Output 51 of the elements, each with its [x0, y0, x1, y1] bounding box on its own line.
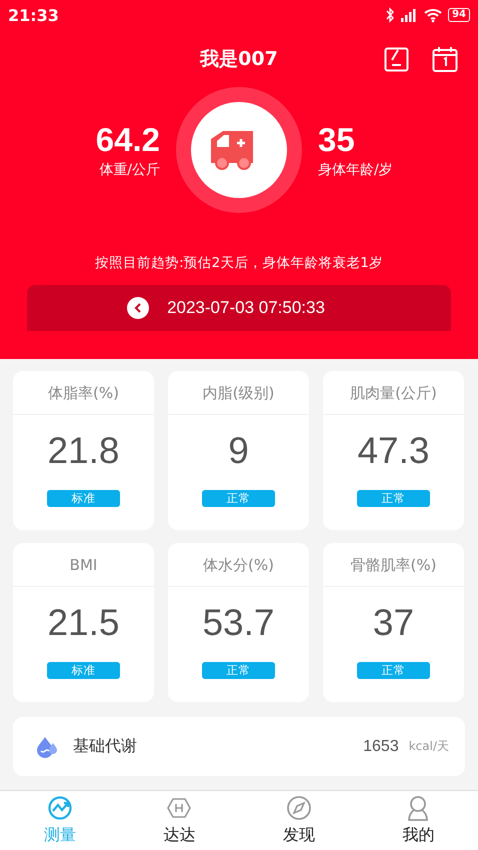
nav-tab[interactable]: 发现 — [239, 791, 358, 850]
metric-title: 体脂率(%) — [13, 371, 154, 415]
status-tag: 正常 — [357, 490, 430, 507]
nav-tab[interactable]: 达达 — [120, 791, 239, 850]
trend-message: 按照目前趋势:预估2天后，身体年龄将衰老1岁 — [94, 254, 384, 272]
metabolism-card[interactable]: 基础代谢 1653 kcal/天 — [13, 717, 465, 776]
metric-card[interactable]: 体脂率(%) 21.8 标准 — [13, 371, 154, 530]
stat-label: 身体年龄/岁 — [318, 161, 393, 179]
water-drop-icon — [34, 734, 60, 758]
metric-title: 体水分(%) — [168, 543, 309, 587]
hexagon-icon — [166, 795, 192, 821]
metric-card[interactable]: 体水分(%) 53.7 正常 — [168, 543, 309, 702]
status-tag: 标准 — [47, 662, 120, 679]
edit-icon[interactable] — [384, 46, 410, 72]
status-tag: 正常 — [202, 490, 275, 507]
battery-indicator: 94 — [448, 8, 470, 22]
signal-icon — [400, 7, 418, 23]
nav-tab[interactable]: 我的 — [358, 791, 478, 850]
metric-value: 37 — [372, 601, 414, 645]
metric-card[interactable]: BMI 21.5 标准 — [13, 543, 154, 702]
compass-icon — [286, 795, 312, 821]
metric-value: 9 — [228, 429, 249, 473]
page-title: 我是007 — [200, 47, 278, 72]
chart-icon — [46, 795, 73, 821]
metric-card[interactable]: 肌肉量(公斤) 47.3 正常 — [323, 371, 464, 530]
measurement-date: 2023-07-03 07:50:33 — [167, 298, 325, 318]
clock: 21:33 — [8, 6, 59, 24]
metric-value: 21.5 — [47, 601, 120, 645]
metabolism-unit: kcal/天 — [408, 738, 449, 755]
metric-value: 21.8 — [47, 429, 120, 473]
calendar-icon[interactable] — [432, 46, 458, 72]
metabolism-value: 1653 — [363, 738, 399, 756]
back-button[interactable] — [127, 297, 150, 319]
metric-card[interactable]: 内脂(级别) 9 正常 — [168, 371, 309, 530]
metric-card[interactable]: 骨骼肌率(%) 37 正常 — [323, 543, 464, 702]
metric-title: 内脂(级别) — [168, 371, 309, 415]
metabolism-label: 基础代谢 — [73, 736, 138, 757]
wifi-icon — [423, 7, 444, 23]
stat-label: 体重/公斤 — [99, 161, 160, 179]
chevron-left-icon — [134, 303, 142, 313]
metric-value: 53.7 — [202, 601, 274, 645]
metric-title: 骨骼肌率(%) — [323, 543, 464, 587]
metric-title: BMI — [13, 543, 154, 587]
metric-title: 肌肉量(公斤) — [323, 371, 464, 415]
metric-value: 47.3 — [357, 429, 430, 473]
bluetooth-icon — [385, 7, 396, 23]
weight-value: 64.2 — [96, 121, 160, 159]
status-tag: 正常 — [357, 662, 430, 679]
status-tag: 正常 — [202, 662, 275, 679]
age-value: 35 — [318, 121, 355, 159]
status-tag: 标准 — [47, 490, 120, 507]
